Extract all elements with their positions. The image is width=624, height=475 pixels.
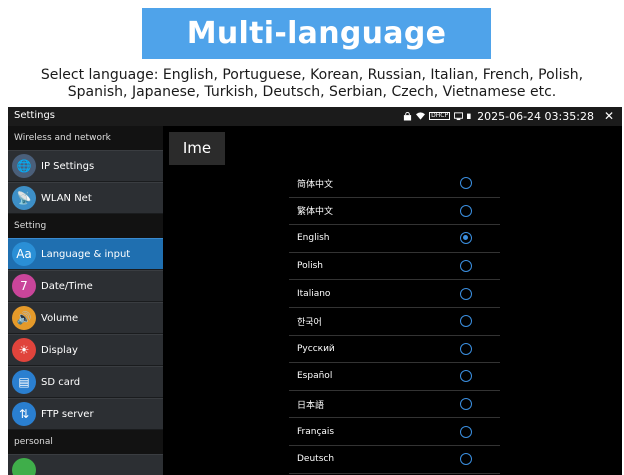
sidebar-item-label: Volume xyxy=(41,312,79,324)
radio-unchecked-icon[interactable] xyxy=(460,342,472,355)
language-name: English xyxy=(297,233,330,244)
top-bar: Settings DHCP 2025-06-24 03:35:28 ✕ xyxy=(8,107,622,126)
status-bar: DHCP 2025-06-24 03:35:28 ✕ xyxy=(403,109,614,123)
banner: Multi-language xyxy=(142,8,491,59)
settings-sidebar: Wireless and network 🌐 IP Settings 📡 WLAN Ne… xyxy=(8,126,163,475)
sidebar-item-display[interactable]: ☀ Display xyxy=(8,334,163,366)
battery-icon xyxy=(467,113,471,119)
sidebar-section-header: Setting xyxy=(8,214,163,238)
calendar-icon: 7 xyxy=(12,274,36,298)
radio-unchecked-icon[interactable] xyxy=(460,204,472,217)
language-name: Français xyxy=(297,426,335,437)
sidebar-item-ftp-server[interactable]: ⇅ FTP server xyxy=(8,398,163,430)
sidebar-item-sd-card[interactable]: ▤ SD card xyxy=(8,366,163,398)
dhcp-icon: DHCP xyxy=(429,112,451,120)
radio-unchecked-icon[interactable] xyxy=(460,370,472,383)
language-name: Italiano xyxy=(297,288,331,299)
subtitle-line-1: Select language: English, Portuguese, Ko… xyxy=(40,67,584,83)
radio-unchecked-icon[interactable] xyxy=(460,398,472,411)
display-icon: ☀ xyxy=(12,338,36,362)
radio-unchecked-icon[interactable] xyxy=(460,453,472,466)
wifi-antenna-icon: 📡 xyxy=(12,186,36,210)
language-list: 简体中文繁体中文 English Polish Italiano 한국어 Русский E… xyxy=(289,170,500,474)
language-name: Polish xyxy=(297,261,324,272)
account-icon xyxy=(12,458,36,475)
sidebar-item-ip-settings[interactable]: 🌐 IP Settings xyxy=(8,150,163,182)
device-screen: Settings DHCP 2025-06-24 03:35:28 ✕ Wire… xyxy=(8,107,622,475)
subtitle: Select language: English, Portuguese, Ko… xyxy=(20,67,604,101)
sd-card-icon: ▤ xyxy=(12,370,36,394)
language-option[interactable]: Polish xyxy=(289,253,500,281)
language-option[interactable]: Español xyxy=(289,363,500,391)
banner-title: Multi-language xyxy=(186,16,447,51)
volume-icon: 🔊 xyxy=(12,306,36,330)
radio-unchecked-icon[interactable] xyxy=(460,315,472,328)
language-name: 한국어 xyxy=(297,317,322,328)
radio-unchecked-icon[interactable] xyxy=(460,425,472,438)
radio-unchecked-icon[interactable] xyxy=(460,287,472,300)
sidebar-item-label: FTP server xyxy=(41,408,94,420)
radio-unchecked-icon[interactable] xyxy=(460,177,472,190)
language-name: Español xyxy=(297,371,333,382)
language-option[interactable]: Italiano xyxy=(289,280,500,308)
globe-icon: 🌐 xyxy=(12,154,36,178)
language-option[interactable]: 日本語 xyxy=(289,391,500,419)
ftp-server-icon: ⇅ xyxy=(12,402,36,426)
sidebar-item-label: SD card xyxy=(41,376,81,388)
sidebar-item-partial[interactable] xyxy=(8,454,163,475)
language-name: 简体中文 xyxy=(297,179,334,190)
lock-icon xyxy=(404,111,412,121)
language-icon: Aa xyxy=(12,242,36,266)
radio-unchecked-icon[interactable] xyxy=(460,260,472,273)
datetime: 2025-06-24 03:35:28 xyxy=(477,109,594,123)
sidebar-item-label: Display xyxy=(41,344,78,356)
ime-panel: Ime 简体中文繁体中文 English Polish Italiano 한국어 Русс… xyxy=(163,126,622,475)
language-name: Deutsch xyxy=(297,454,335,465)
sidebar-item-label: WLAN Net xyxy=(41,192,92,204)
sidebar-item-label: Language & input xyxy=(41,248,131,260)
language-name: Русский xyxy=(297,343,335,354)
wifi-icon xyxy=(416,112,426,120)
sidebar-item-wlan-net[interactable]: 📡 WLAN Net xyxy=(8,182,163,214)
language-option[interactable]: Français xyxy=(289,418,500,446)
sidebar-item-label: IP Settings xyxy=(41,160,95,172)
radio-checked-icon[interactable] xyxy=(460,232,472,245)
language-option[interactable]: Русский xyxy=(289,336,500,364)
sidebar-item-volume[interactable]: 🔊 Volume xyxy=(8,302,163,334)
language-option[interactable]: English xyxy=(289,225,500,253)
language-option[interactable]: 简体中文 xyxy=(289,170,500,198)
sidebar-item-label: Date/Time xyxy=(41,280,93,292)
subtitle-line-2: Spanish, Japanese, Turkish, Deutsch, Ser… xyxy=(67,84,557,100)
language-option[interactable]: Deutsch xyxy=(289,446,500,474)
screen-icon xyxy=(454,112,464,121)
sidebar-item-language-input[interactable]: Aa Language & input xyxy=(8,238,163,270)
language-option[interactable]: 繁体中文 xyxy=(289,198,500,226)
language-name: 日本語 xyxy=(297,400,325,411)
sidebar-item-date-time[interactable]: 7 Date/Time xyxy=(8,270,163,302)
close-icon[interactable]: ✕ xyxy=(604,109,614,123)
ime-label: Ime xyxy=(169,132,225,165)
window-title: Settings xyxy=(14,110,56,121)
sidebar-section-header: Wireless and network xyxy=(8,126,163,150)
language-option[interactable]: 한국어 xyxy=(289,308,500,336)
language-name: 繁体中文 xyxy=(297,207,334,218)
sidebar-section-header: personal xyxy=(8,430,163,454)
